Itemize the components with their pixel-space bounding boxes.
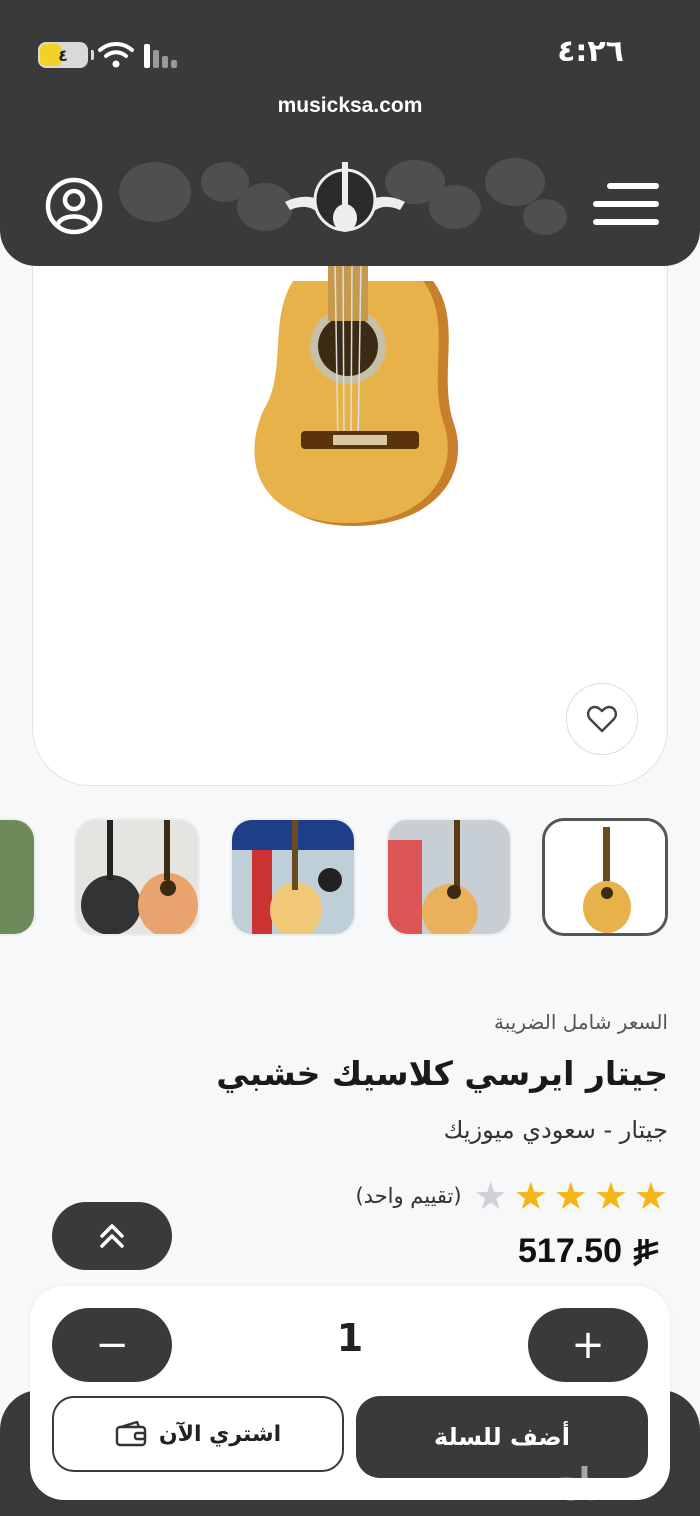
product-image-card [32,180,668,786]
svg-text:حراج: حراج [554,1461,636,1501]
wifi-icon [98,42,134,68]
thumbnail-3[interactable] [230,818,356,936]
thumbnail-4[interactable] [74,818,200,936]
product-price: 517.50 [518,1232,662,1271]
star-icon: ★ [513,1174,548,1218]
status-time: ٤:٢٦ [557,34,624,69]
buy-now-label: اشتري الآن [158,1421,282,1447]
product-page: ٤ ٤:٢٦ musicksa.com السعر شامل الضريبة ج… [0,0,700,1516]
heart-icon [587,705,617,733]
scroll-to-top-button[interactable] [52,1202,172,1270]
thumbnail-1-selected[interactable] [542,818,668,936]
star-icon: ★ [633,1174,668,1218]
product-rating[interactable]: ★ ★ ★ ★ ★ (تقييم واحد) [355,1176,668,1216]
star-icon: ★ [593,1174,628,1218]
cellular-signal-icon [144,44,177,68]
quantity-value: 1 [336,1316,364,1360]
double-chevron-up-icon [100,1224,124,1248]
increase-quantity-button[interactable]: + [528,1308,648,1382]
star-icon: ★ [553,1174,588,1218]
haraj-watermark-logo: حراج [554,1461,636,1501]
product-category[interactable]: جيتار - سعودي ميوزيك [444,1116,668,1144]
wallet-icon [115,1421,147,1447]
battery-level: ٤ [58,45,68,65]
riyal-currency-icon [633,1238,659,1266]
thumbnail-partial[interactable] [0,818,36,936]
star-empty-icon: ★ [473,1174,508,1218]
guitar-image[interactable] [233,261,483,531]
site-header: ٤ ٤:٢٦ musicksa.com [0,0,700,266]
address-bar-url[interactable]: musicksa.com [0,94,700,118]
rating-count: (تقييم واحد) [355,1184,462,1208]
battery-indicator: ٤ [38,42,94,68]
thumbnail-2[interactable] [386,818,512,936]
favorite-button[interactable] [566,683,638,755]
hamburger-menu-icon[interactable] [592,180,660,228]
tax-note: السعر شامل الضريبة [494,1010,668,1034]
site-logo[interactable] [115,152,575,242]
product-title: جيتار ايرسي كلاسيك خشبي [216,1054,668,1093]
account-icon[interactable] [44,176,104,236]
decrease-quantity-button[interactable]: − [52,1308,172,1382]
price-value: 517.50 [518,1232,622,1270]
buy-now-button[interactable]: اشتري الآن [52,1396,344,1472]
